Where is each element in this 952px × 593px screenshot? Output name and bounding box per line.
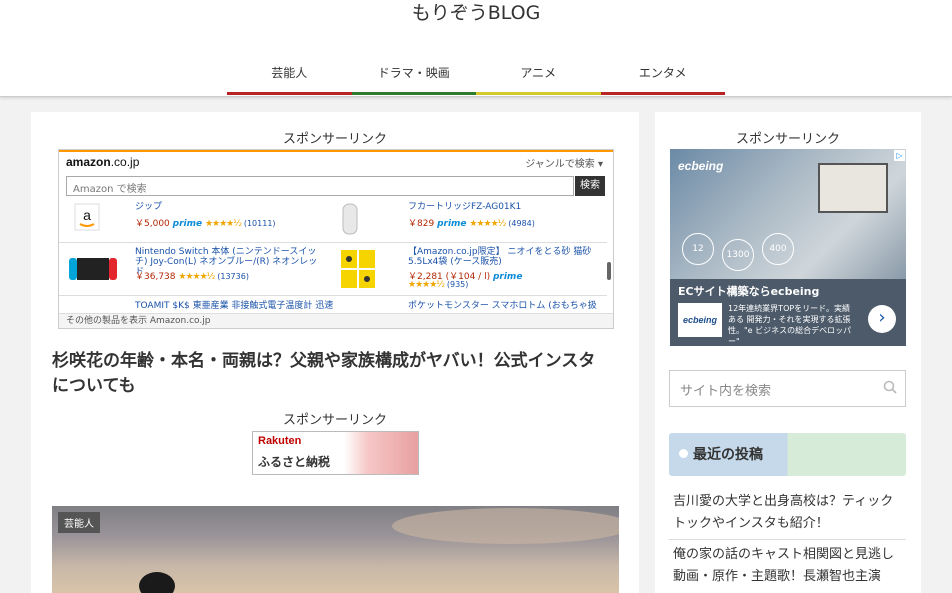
sponsor-label: スポンサーリンク xyxy=(282,413,387,428)
product-image-filter[interactable] xyxy=(337,202,363,236)
recent-posts-title: 最近の投稿 xyxy=(693,447,763,463)
rakuten-banner[interactable]: Rakuten ふるさと納税 xyxy=(252,431,419,475)
nav-item-drama[interactable]: ドラマ・映画 xyxy=(351,60,476,95)
product-price-row: ￥829 prime ★★★★½ (4984) xyxy=(408,219,535,229)
ad-headline: ECサイト構築ならecbeing xyxy=(678,285,820,298)
nav-item-label: エンタメ xyxy=(638,66,687,80)
nav-item-label: 芸能人 xyxy=(271,66,308,80)
nav-item-label: ドラマ・映画 xyxy=(377,66,450,80)
chevron-right-icon[interactable]: › xyxy=(868,305,896,333)
ad-stat-badge: 400 xyxy=(762,233,794,265)
product-title[interactable]: ポケットモンスター スマホロトム (おもちゃ扱 xyxy=(408,301,608,311)
genre-dropdown[interactable]: ジャンルで検索 ▾ xyxy=(525,155,603,170)
nav-item-label: アニメ xyxy=(520,66,557,80)
search-icon[interactable] xyxy=(883,380,897,398)
category-badge[interactable]: 芸能人 xyxy=(58,512,100,533)
product-price-row: ￥5,000 prime ★★★★½ (10111) xyxy=(135,219,276,229)
ad-stat-badge: 1300 xyxy=(722,239,754,271)
amazon-accent-bar xyxy=(59,150,613,152)
svg-text:a: a xyxy=(83,207,91,223)
post-title[interactable]: 杉咲花の年齢・本名・両親は？父親や家族構成がヤバい！公式インスタについても xyxy=(52,349,612,399)
product-image-switch[interactable] xyxy=(67,248,119,288)
site-header: もりぞうBLOG 芸能人 ドラマ・映画 アニメ エンタメ xyxy=(0,0,952,97)
ad-brand-thumbnail: ecbeing xyxy=(678,303,722,337)
bullet-icon xyxy=(679,449,688,458)
nav-item-geinoujin[interactable]: 芸能人 xyxy=(227,60,352,95)
site-search-input[interactable]: サイト内を検索 xyxy=(669,370,906,407)
search-placeholder: サイト内を検索 xyxy=(680,384,772,399)
review-count: (10111) xyxy=(243,219,276,228)
divider xyxy=(59,242,607,243)
site-title[interactable]: もりぞうBLOG xyxy=(0,0,952,26)
product-title[interactable]: TOAMIT $K$ 東亜産業 非接触式電子温度計 迅速 xyxy=(135,301,335,311)
chevron-down-icon: ▾ xyxy=(597,159,603,170)
nav-item-anime[interactable]: アニメ xyxy=(476,60,601,95)
recent-post-link[interactable]: 吉川愛の大学と出身高校は？ティックトックやインスタも紹介！ xyxy=(673,491,903,535)
product-image-cat-litter[interactable] xyxy=(337,246,381,290)
nav-item-entame[interactable]: エンタメ xyxy=(600,60,725,95)
product-rating-row: ★★★★½ (935) xyxy=(408,280,469,290)
rating-stars: ★★★★½ xyxy=(204,219,242,229)
product-price-row: ￥36,738 ★★★★½ (13736) xyxy=(135,272,249,282)
widget-scrollbar[interactable] xyxy=(607,262,611,280)
prime-badge: prime xyxy=(172,219,203,229)
ad-choices-icon[interactable]: ▷ xyxy=(894,150,905,161)
amazon-search-button[interactable]: 検索 xyxy=(575,176,605,196)
product-title[interactable]: フカートリッジFZ-AG01K1 xyxy=(408,202,598,212)
sidebar-sponsor-label: スポンサーリンク xyxy=(735,132,840,147)
product-image-amazon-gift[interactable]: a xyxy=(69,202,105,232)
amazon-widget: amazon.co.jp ジャンルで検索 ▾ Amazon で検索 検索 a ジ… xyxy=(58,149,614,329)
recent-post-link[interactable]: 俺の家の話のキャスト相関図と見逃し動画・原作・主題歌！長瀬智也主演 xyxy=(673,544,903,588)
global-nav: 芸能人 ドラマ・映画 アニメ エンタメ xyxy=(227,60,725,95)
post-eyecatch-image[interactable]: 芸能人 xyxy=(52,506,619,593)
divider xyxy=(59,295,607,296)
ad-body-text: 12年連続業界TOPをリード。実績ある 開発力・それを実現する拡張性。"e ビジ… xyxy=(728,304,852,346)
product-title[interactable]: ジップ xyxy=(135,202,325,212)
ad-stat-badge: 12 xyxy=(682,233,714,265)
sponsor-label: スポンサーリンク xyxy=(282,132,387,147)
ad-brand-logo: ecbeing xyxy=(678,159,724,173)
amazon-search-input[interactable]: Amazon で検索 xyxy=(66,176,574,196)
recent-posts-header: 最近の投稿 xyxy=(669,433,906,476)
amazon-logo[interactable]: amazon.co.jp xyxy=(66,155,139,169)
divider xyxy=(669,539,906,540)
sidebar-ad-ecbeing[interactable]: ecbeing 12 1300 400 ▷ ECサイト構築ならecbeing e… xyxy=(670,149,906,346)
rakuten-logo: Rakuten xyxy=(258,435,302,447)
rakuten-banner-text: ふるさと納税 xyxy=(258,455,331,469)
amazon-footer-link[interactable]: その他の製品を表示 Amazon.co.jp xyxy=(59,313,613,328)
product-title[interactable]: 【Amazon.co.jp限定】 ニオイをとる砂 猫砂 5.5Lx4袋 (ケース… xyxy=(408,247,598,267)
